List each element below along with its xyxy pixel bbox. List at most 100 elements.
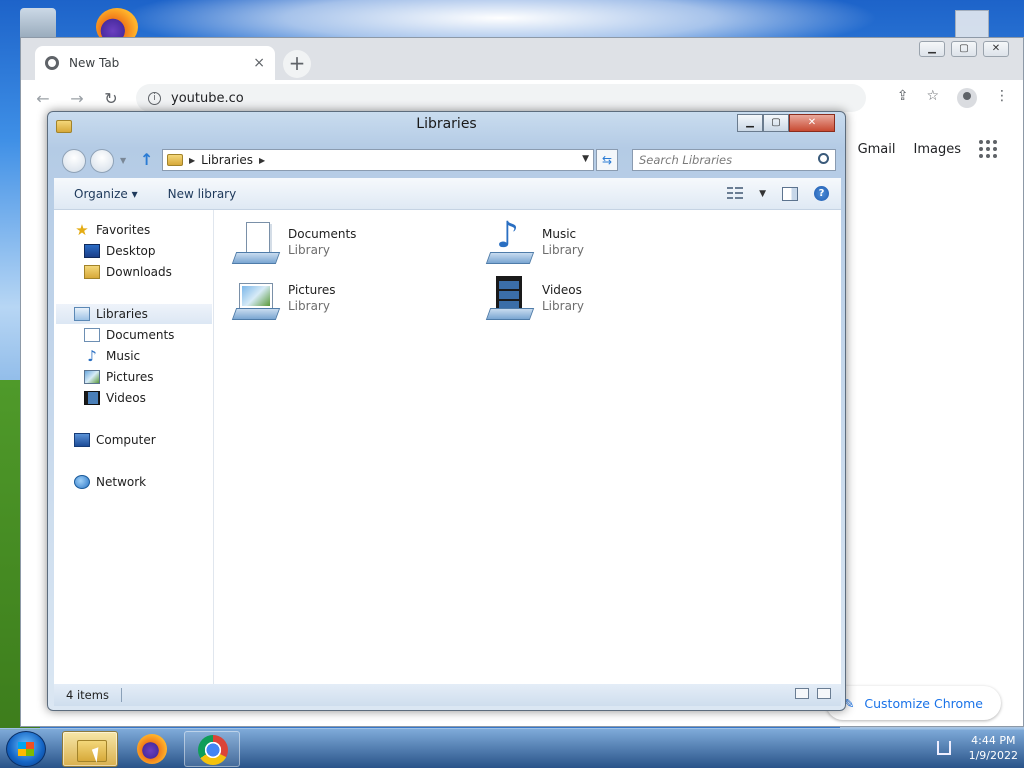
nav-videos[interactable]: Videos [84, 388, 146, 408]
downloads-folder-icon [84, 265, 100, 279]
breadcrumb-arrow-icon[interactable]: ▶ [259, 156, 265, 165]
search-input[interactable]: Search Libraries [632, 149, 836, 171]
address-bar[interactable]: ▶ Libraries ▶ ▼ [162, 149, 594, 171]
recent-pages-caret-icon[interactable]: ▼ [120, 156, 126, 165]
google-links: Gmail Images [858, 140, 997, 158]
explorer-window-controls: ▁ ▢ ✕ [737, 114, 835, 132]
site-info-icon[interactable]: i [148, 91, 161, 105]
system-tray: 4:44 PM 1/9/2022 [936, 733, 1018, 763]
google-apps-icon[interactable] [979, 140, 997, 158]
share-icon[interactable]: ⇪ [897, 88, 909, 108]
nav-pictures[interactable]: Pictures [84, 367, 154, 387]
organize-button[interactable]: Organize ▾ [74, 187, 138, 201]
nav-videos-label: Videos [106, 391, 146, 405]
clock-date: 1/9/2022 [968, 749, 1018, 762]
omnibox[interactable]: i youtube.co [136, 84, 866, 112]
nav-network-label: Network [96, 475, 147, 489]
change-view-icon[interactable] [727, 186, 744, 201]
nav-music[interactable]: ♪ Music [84, 346, 140, 366]
nav-libraries[interactable]: Libraries [56, 304, 212, 324]
view-dropdown-icon[interactable]: ▼ [759, 189, 766, 199]
up-arrow-icon[interactable]: ↑ [140, 150, 153, 169]
help-icon[interactable]: ? [814, 186, 829, 201]
explorer-title: Libraries [416, 116, 477, 132]
explorer-back-button[interactable] [62, 149, 86, 173]
explorer-minimize-button[interactable]: ▁ [737, 114, 763, 132]
breadcrumb-libraries[interactable]: Libraries [201, 153, 253, 167]
library-tile-music[interactable]: ♪ Music Library [485, 216, 716, 268]
reload-icon[interactable]: ↻ [101, 89, 121, 108]
network-globe-icon [74, 475, 90, 489]
chrome-tab[interactable]: New Tab × [35, 46, 275, 80]
computer-icon [74, 433, 90, 447]
libraries-icon [74, 307, 90, 321]
library-type: Library [542, 243, 584, 257]
large-icons-view-icon[interactable] [817, 688, 831, 699]
status-separator [120, 688, 122, 702]
nav-libraries-label: Libraries [96, 307, 148, 321]
nav-favorites[interactable]: ★ Favorites [74, 220, 150, 240]
nav-desktop[interactable]: Desktop [84, 241, 156, 261]
new-library-button[interactable]: New library [168, 187, 237, 201]
documents-library-icon [231, 218, 281, 266]
library-tile-documents[interactable]: Documents Library [231, 216, 462, 268]
star-icon: ★ [75, 221, 89, 239]
videos-film-icon [84, 391, 100, 405]
search-icon [818, 153, 829, 164]
chrome-close-button[interactable]: ✕ [983, 41, 1009, 57]
library-tile-pictures[interactable]: Pictures Library [231, 272, 462, 324]
start-button[interactable] [6, 731, 46, 767]
gmail-link[interactable]: Gmail [858, 142, 896, 157]
explorer-close-button[interactable]: ✕ [789, 114, 835, 132]
address-dropdown-icon[interactable]: ▼ [582, 154, 589, 164]
item-count: 4 items [66, 688, 109, 702]
chrome-menu-icon[interactable]: ⋮ [995, 88, 1009, 108]
command-bar: Organize ▾ New library ▼ ? [54, 178, 841, 210]
explorer-maximize-button[interactable]: ▢ [763, 114, 789, 132]
details-view-icon[interactable] [795, 688, 809, 699]
nav-music-label: Music [106, 349, 141, 363]
chrome-maximize-button[interactable]: ▢ [951, 41, 977, 57]
taskbar-explorer-button[interactable] [62, 731, 118, 767]
library-type: Library [288, 243, 330, 257]
search-placeholder: Search Libraries [639, 153, 733, 167]
explorer-window: Libraries ▁ ▢ ✕ ▼ ↑ ▶ Libraries ▶ ▼ ⇆ Se… [47, 111, 846, 711]
tab-close-icon[interactable]: × [253, 55, 265, 71]
documents-icon [84, 328, 100, 342]
taskbar-firefox-button[interactable] [124, 731, 180, 767]
library-type: Library [288, 299, 330, 313]
new-tab-button[interactable]: + [283, 50, 311, 78]
forward-arrow-icon[interactable]: → [67, 89, 87, 108]
chrome-favicon-icon [45, 56, 59, 70]
images-link[interactable]: Images [914, 142, 962, 157]
refresh-icon[interactable]: ⇆ [596, 149, 618, 171]
nav-downloads[interactable]: Downloads [84, 262, 172, 282]
breadcrumb-arrow-icon[interactable]: ▶ [189, 156, 195, 165]
status-view-toggles [795, 688, 831, 699]
explorer-forward-button[interactable] [90, 149, 114, 173]
library-tile-videos[interactable]: Videos Library [485, 272, 716, 324]
command-bar-right: ▼ ? [727, 186, 829, 201]
customize-chrome-button[interactable]: ✎ Customize Chrome [825, 686, 1001, 720]
omnibox-url[interactable]: youtube.co [171, 91, 244, 106]
taskbar-chrome-button[interactable] [184, 731, 240, 767]
back-arrow-icon[interactable]: ← [33, 89, 53, 108]
clock-time: 4:44 PM [971, 734, 1016, 747]
network-tray-icon[interactable] [936, 741, 951, 755]
library-type: Library [542, 299, 584, 313]
content-pane: Documents Library ♪ Music Library Pictur… [216, 210, 841, 684]
nav-network[interactable]: Network [74, 472, 146, 492]
profile-avatar-icon[interactable] [957, 88, 977, 108]
nav-computer[interactable]: Computer [74, 430, 156, 450]
chrome-minimize-button[interactable]: ▁ [919, 41, 945, 57]
preview-pane-icon[interactable] [782, 186, 798, 201]
tab-title: New Tab [69, 56, 120, 70]
pictures-icon [84, 370, 100, 384]
nav-documents[interactable]: Documents [84, 325, 174, 345]
back-forward-buttons [62, 148, 122, 174]
chrome-window-controls: ▁ ▢ ✕ [919, 41, 1009, 57]
clock[interactable]: 4:44 PM 1/9/2022 [969, 733, 1018, 763]
library-name: Documents [288, 227, 357, 241]
library-name: Pictures [288, 283, 336, 297]
bookmark-star-icon[interactable]: ☆ [926, 88, 939, 108]
